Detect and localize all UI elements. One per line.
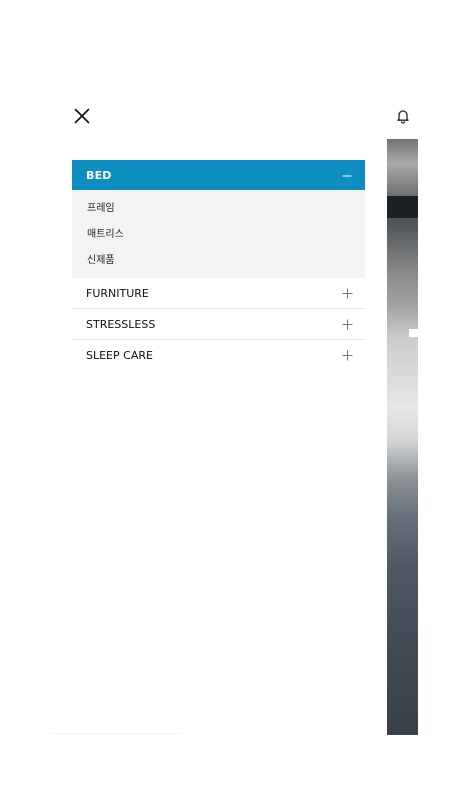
submenu-item-frame[interactable]: 프레임: [72, 196, 365, 222]
category-label: BED: [86, 168, 112, 182]
category-bed[interactable]: BED: [72, 160, 365, 190]
category-sleep-care[interactable]: SLEEP CARE: [72, 340, 365, 371]
background-image-detail: [409, 329, 418, 337]
category-label: STRESSLESS: [86, 317, 156, 331]
category-label: SLEEP CARE: [86, 349, 153, 362]
bed-submenu: 프레임 매트리스 신제품: [72, 190, 365, 278]
plus-icon: [342, 319, 353, 330]
plus-icon: [342, 288, 353, 299]
category-label: FURNITURE: [86, 286, 149, 300]
minus-icon: [342, 170, 352, 180]
category-menu: BED 프레임 매트리스 신제품 FURNITURE STRESSLESS SL…: [72, 160, 365, 371]
plus-icon: [342, 350, 353, 361]
background-image-detail: [387, 196, 418, 218]
category-stressless[interactable]: STRESSLESS: [72, 309, 365, 340]
background-header: [387, 93, 418, 139]
submenu-item-new-products[interactable]: 신제품: [72, 248, 365, 274]
close-icon: [74, 108, 90, 124]
close-menu-button[interactable]: [70, 104, 94, 128]
divider: [52, 733, 180, 734]
submenu-item-mattress[interactable]: 매트리스: [72, 222, 365, 248]
bell-icon[interactable]: [395, 108, 411, 124]
background-page: [387, 93, 418, 735]
category-furniture[interactable]: FURNITURE: [72, 278, 365, 309]
